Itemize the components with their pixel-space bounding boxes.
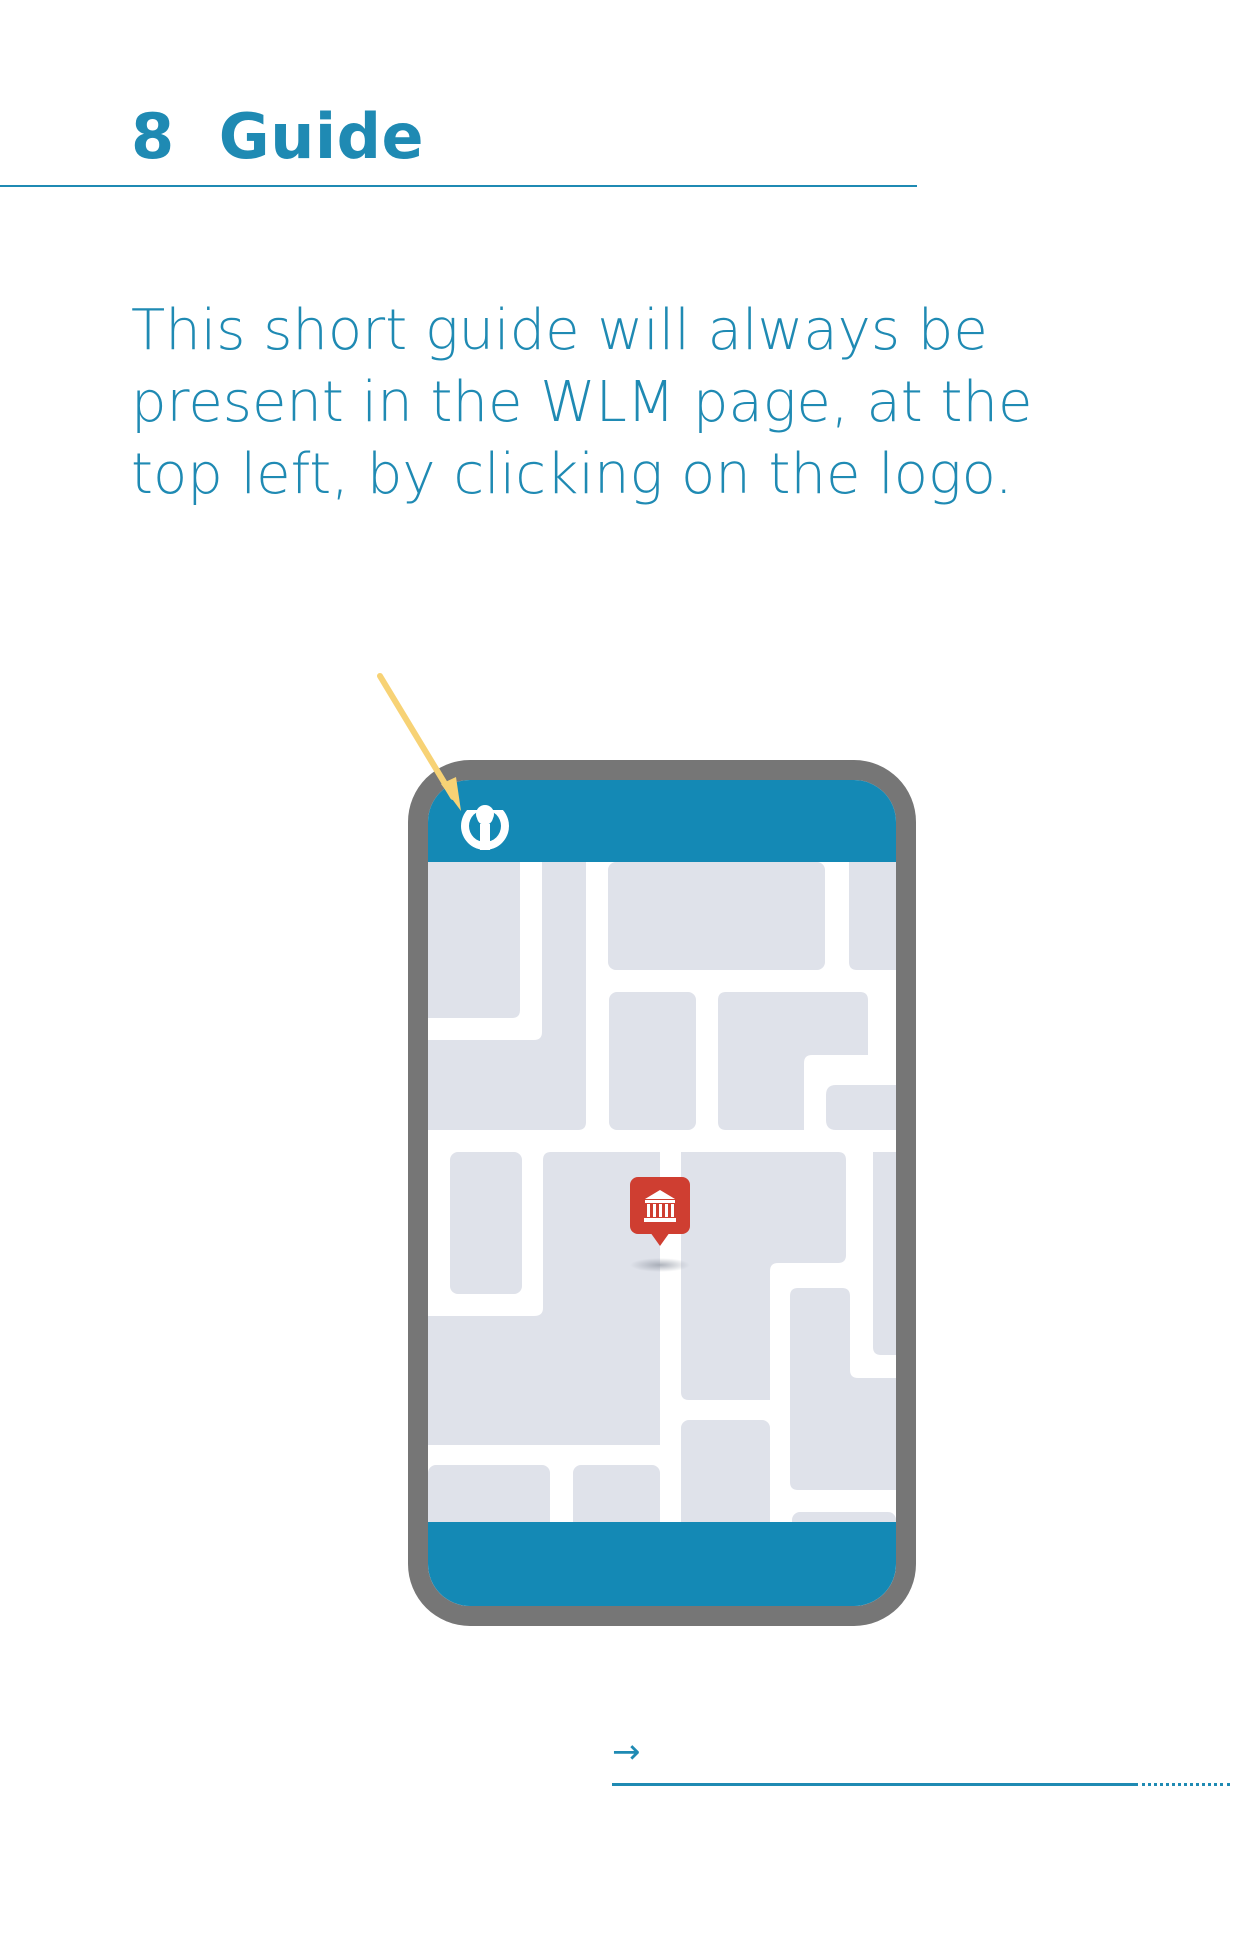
footer-line: [612, 1783, 1135, 1786]
phone-illustration: [377, 673, 916, 1626]
next-page-arrow[interactable]: →: [612, 1732, 641, 1772]
footer-dotted-line: [1135, 1783, 1230, 1786]
wikimedia-logo-icon[interactable]: [461, 800, 509, 850]
app-bottom-bar: [428, 1522, 896, 1606]
